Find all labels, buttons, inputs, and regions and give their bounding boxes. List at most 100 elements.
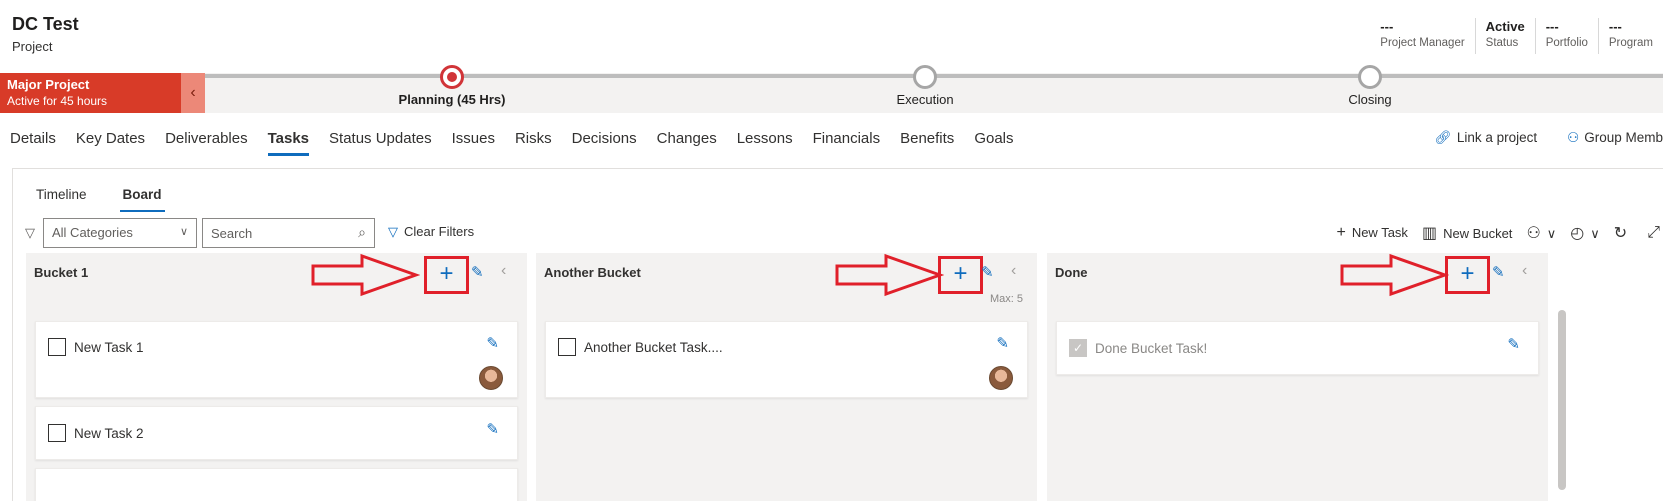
- pencil-icon[interactable]: ✎: [486, 420, 499, 438]
- refresh-button[interactable]: ↻: [1614, 223, 1633, 243]
- header-fields: --- Project Manager Active Status --- Po…: [1370, 18, 1663, 54]
- tab-deliverables[interactable]: Deliverables: [155, 128, 258, 158]
- annotation-arrow-icon: [1340, 253, 1449, 297]
- bucket-title: Done: [1055, 265, 1088, 280]
- task-card[interactable]: ✓ Done Bucket Task! ✎: [1056, 321, 1539, 375]
- chevron-left-icon[interactable]: ‹: [501, 262, 506, 280]
- people-icon: ⚇: [1567, 130, 1580, 145]
- bucket-icon: ▥: [1421, 225, 1438, 242]
- stage-icon: [1358, 65, 1382, 89]
- chevron-down-icon: ∨: [179, 226, 188, 238]
- task-card[interactable]: New Task 2 ✎: [35, 406, 518, 460]
- task-checkbox-checked[interactable]: ✓: [1069, 339, 1087, 357]
- pencil-icon[interactable]: ✎: [486, 334, 499, 352]
- filter-icon: ▽: [25, 225, 35, 240]
- tab-details[interactable]: Details: [0, 128, 66, 158]
- task-card[interactable]: [35, 468, 518, 501]
- plus-icon: +: [1336, 224, 1346, 241]
- status-icon: ◴: [1570, 225, 1585, 242]
- header-field-status[interactable]: Active Status: [1474, 18, 1535, 54]
- link-icon: 🔗︎: [1434, 130, 1452, 145]
- tab-key-dates[interactable]: Key Dates: [66, 128, 155, 158]
- header-field-portfolio[interactable]: --- Portfolio: [1534, 18, 1598, 54]
- task-title: Another Bucket Task....: [584, 340, 723, 355]
- chevron-left-icon[interactable]: ‹: [1522, 262, 1527, 280]
- tab-status-updates[interactable]: Status Updates: [319, 128, 442, 158]
- search-input[interactable]: Search ⌕: [202, 218, 375, 248]
- filter-bar: ▽ All Categories ∨ Search ⌕ ▽ Clear Filte…: [25, 217, 1663, 249]
- tab-goals[interactable]: Goals: [964, 128, 1023, 158]
- pencil-icon[interactable]: ✎: [471, 263, 484, 281]
- add-task-button[interactable]: +: [1445, 256, 1490, 294]
- tab-board[interactable]: Board: [119, 187, 165, 212]
- tab-lessons[interactable]: Lessons: [727, 128, 803, 158]
- task-card[interactable]: Another Bucket Task.... ✎: [545, 321, 1028, 398]
- tab-timeline[interactable]: Timeline: [33, 187, 90, 212]
- clear-filter-icon: ▽: [388, 224, 398, 239]
- pencil-icon[interactable]: ✎: [1507, 335, 1520, 353]
- bucket-column: Another Bucket Max: 5 + ✎ ‹ Another Buck…: [536, 253, 1037, 501]
- pencil-icon[interactable]: ✎: [996, 334, 1009, 352]
- pencil-icon[interactable]: ✎: [981, 263, 994, 281]
- tab-risks[interactable]: Risks: [505, 128, 562, 158]
- add-task-button[interactable]: +: [938, 256, 983, 294]
- task-title: New Task 1: [74, 340, 144, 355]
- refresh-icon: ↻: [1613, 225, 1628, 242]
- header-field-project-manager[interactable]: --- Project Manager: [1370, 18, 1474, 54]
- tab-benefits[interactable]: Benefits: [890, 128, 964, 158]
- record-type: Project: [12, 39, 53, 54]
- new-task-button[interactable]: + New Task: [1336, 224, 1407, 242]
- stage-closing[interactable]: Closing: [1270, 65, 1470, 107]
- group-by-button[interactable]: ⚇ ∨: [1526, 223, 1556, 243]
- task-checkbox[interactable]: [48, 424, 66, 442]
- add-task-button[interactable]: +: [424, 256, 469, 294]
- clear-filters-button[interactable]: ▽ Clear Filters: [388, 224, 474, 240]
- form-tabs: Details Key Dates Deliverables Tasks Sta…: [0, 128, 1024, 162]
- annotation-arrow-icon: [311, 253, 420, 297]
- view-switcher: Timeline Board: [33, 187, 165, 212]
- tab-financials[interactable]: Financials: [803, 128, 891, 158]
- chevron-left-icon[interactable]: ‹: [181, 73, 205, 113]
- tab-actions: 🔗︎ Link a project ⚇ Group Memb: [1435, 130, 1663, 146]
- business-process-bar: Major Project Active for 45 hours ‹ Plan…: [0, 65, 1663, 113]
- search-icon: ⌕: [358, 224, 366, 240]
- avatar: [989, 366, 1013, 390]
- active-stage-flyout[interactable]: Major Project Active for 45 hours: [0, 73, 181, 113]
- tab-tasks[interactable]: Tasks: [258, 128, 319, 158]
- task-checkbox[interactable]: [558, 338, 576, 356]
- board-scrollbar[interactable]: [1558, 310, 1566, 490]
- stage-planning[interactable]: Planning (45 Hrs): [352, 65, 552, 107]
- task-checkbox[interactable]: [48, 338, 66, 356]
- task-title: Done Bucket Task!: [1095, 341, 1208, 356]
- stage-icon: [913, 65, 937, 89]
- tab-decisions[interactable]: Decisions: [562, 128, 647, 158]
- category-select[interactable]: All Categories ∨: [43, 218, 197, 248]
- bucket-title: Another Bucket: [544, 265, 641, 280]
- chevron-left-icon[interactable]: ‹: [1011, 262, 1016, 280]
- group-members-button[interactable]: ⚇ Group Memb: [1567, 130, 1663, 146]
- people-icon: ⚇: [1526, 225, 1541, 242]
- expand-icon: ⤢: [1647, 224, 1660, 241]
- link-project-button[interactable]: 🔗︎ Link a project: [1435, 130, 1537, 146]
- tab-changes[interactable]: Changes: [647, 128, 727, 158]
- chevron-down-icon: ∨: [1590, 226, 1600, 241]
- bucket-max-limit: Max: 5: [989, 293, 1023, 305]
- active-stage-time: Active for 45 hours: [7, 94, 108, 108]
- header-field-program[interactable]: --- Program: [1597, 18, 1663, 54]
- chevron-down-icon: ∨: [1546, 226, 1557, 241]
- stage-progress-line: Planning (45 Hrs) Execution Closing: [205, 65, 1663, 107]
- filter-status-button[interactable]: ◴ ∨: [1570, 223, 1599, 243]
- active-stage-name: Major Project: [7, 77, 90, 92]
- tab-issues[interactable]: Issues: [442, 128, 505, 158]
- bucket-title: Bucket 1: [34, 265, 89, 280]
- task-card[interactable]: New Task 1 ✎: [35, 321, 518, 398]
- stage-execution[interactable]: Execution: [825, 65, 1025, 107]
- annotation-arrow-icon: [835, 253, 944, 297]
- tasks-board-panel: Timeline Board ▽ All Categories ∨ Search…: [12, 168, 1663, 501]
- expand-button[interactable]: ⤢: [1647, 224, 1663, 242]
- pencil-icon[interactable]: ✎: [1492, 263, 1505, 281]
- task-title: New Task 2: [74, 426, 144, 441]
- bucket-column: Done + ✎ ‹ ✓ Done Bucket Task! ✎: [1047, 253, 1548, 501]
- record-header: DC Test Project --- Project Manager Acti…: [0, 0, 1663, 70]
- new-bucket-button[interactable]: ▥ New Bucket: [1422, 223, 1513, 243]
